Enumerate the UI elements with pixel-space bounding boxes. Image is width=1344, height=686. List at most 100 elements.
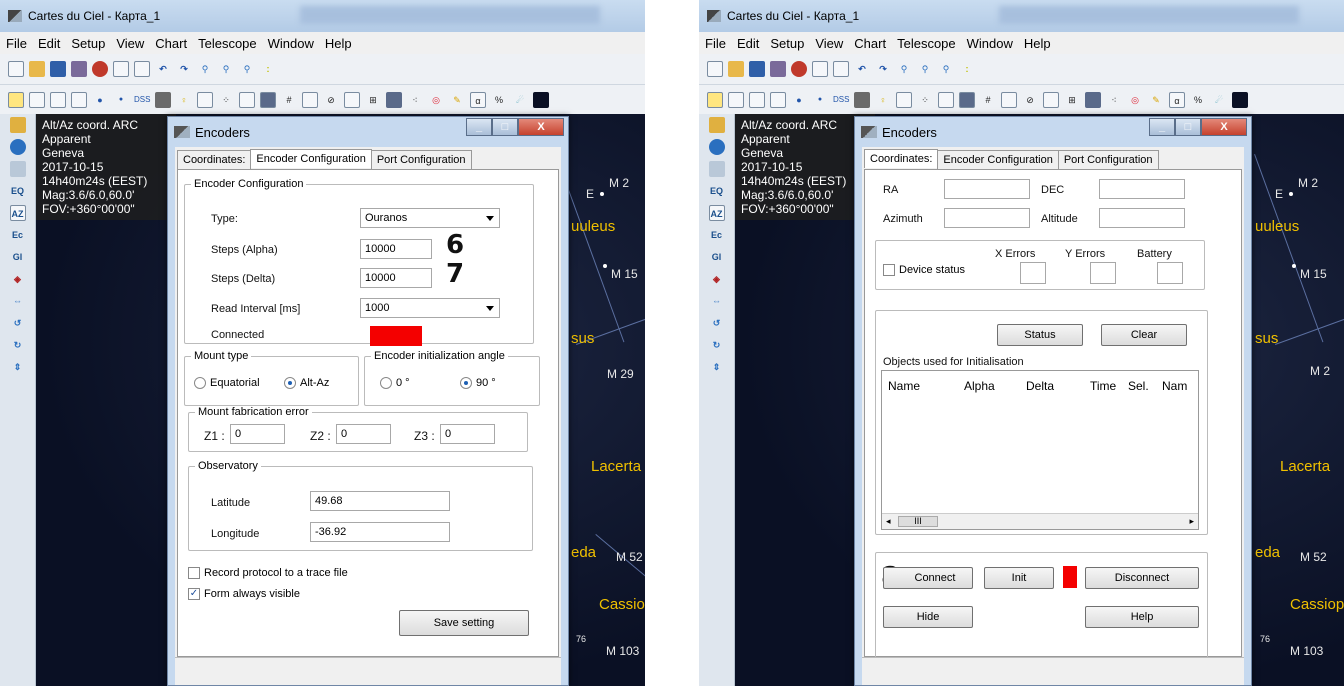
save-icon[interactable] <box>749 61 765 77</box>
eq-icon[interactable]: EQ <box>10 183 26 199</box>
menu-setup[interactable]: Setup <box>770 36 804 51</box>
tab-port-configuration[interactable]: Port Configuration <box>370 150 472 169</box>
record-protocol-checkbox[interactable]: Record protocol to a trace file <box>188 567 348 579</box>
milkyway-icon[interactable] <box>1085 91 1101 108</box>
menu-telescope[interactable]: Telescope <box>897 36 956 51</box>
zoom-out-icon[interactable]: ⚲ <box>917 61 933 77</box>
tab-coordinates[interactable]: Coordinates: <box>177 150 252 169</box>
col-delta[interactable]: Delta <box>1026 379 1090 393</box>
ellipse-icon[interactable]: ⊘ <box>1022 92 1038 108</box>
z2-input[interactable]: 0 <box>336 424 391 444</box>
z3-input[interactable]: 0 <box>440 424 495 444</box>
window-tile-icon[interactable] <box>812 61 828 77</box>
print-icon[interactable] <box>770 61 786 77</box>
type-select[interactable]: Ouranos <box>360 208 500 228</box>
steps-delta-input[interactable]: 10000 <box>360 268 432 288</box>
maximize-button[interactable]: □ <box>492 118 518 136</box>
device-status-checkbox[interactable]: Device status <box>883 264 965 276</box>
col-alpha[interactable]: Alpha <box>964 379 1026 393</box>
scroll-thumb[interactable]: III <box>898 516 938 527</box>
menu-window[interactable]: Window <box>268 36 314 51</box>
redo-icon[interactable]: ↷ <box>875 61 891 77</box>
disconnect-button[interactable]: Disconnect <box>1085 567 1199 589</box>
undo-icon[interactable]: ↶ <box>854 61 870 77</box>
ec-icon[interactable]: Ec <box>709 227 725 243</box>
rotate-left-icon[interactable]: ↺ <box>709 315 725 331</box>
updown-icon[interactable]: ⇕ <box>10 359 26 375</box>
rotate-left-icon[interactable]: ↺ <box>10 315 26 331</box>
minimize-button[interactable]: _ <box>1149 118 1175 136</box>
col-name[interactable]: Name <box>888 379 964 393</box>
constellation-icon[interactable]: ⊞ <box>1064 92 1080 108</box>
scatter-icon[interactable]: ⁘ <box>218 92 234 108</box>
alpha-icon[interactable]: α <box>1169 91 1185 108</box>
col-nam[interactable]: Nam <box>1162 379 1194 393</box>
clear-button[interactable]: Clear <box>1101 324 1187 346</box>
init-button[interactable]: Init <box>984 567 1054 589</box>
menu-setup[interactable]: Setup <box>71 36 105 51</box>
circle-icon[interactable]: ● <box>92 92 108 108</box>
read-interval-select[interactable]: 1000 <box>360 298 500 318</box>
azimuth-input[interactable] <box>944 208 1030 228</box>
sign-icon[interactable]: % <box>1190 92 1206 108</box>
milkyway-icon[interactable] <box>386 91 402 108</box>
open-folder-icon[interactable] <box>728 61 744 77</box>
altitude-input[interactable] <box>1099 208 1185 228</box>
close-button[interactable]: X <box>1201 118 1247 136</box>
home-icon[interactable] <box>708 117 725 133</box>
dot-icon[interactable]: ● <box>113 92 129 108</box>
camera-icon[interactable] <box>854 91 870 108</box>
eq-icon[interactable]: EQ <box>709 183 725 199</box>
target-icon[interactable]: ◎ <box>1127 92 1143 108</box>
tab-port-configuration[interactable]: Port Configuration <box>1057 150 1159 169</box>
dots-icon[interactable]: : <box>959 61 975 77</box>
polygon-icon[interactable] <box>749 91 765 108</box>
alpha-icon[interactable]: α <box>470 91 486 108</box>
dialog-titlebar[interactable]: Encoders _ □ X <box>855 117 1251 147</box>
save-setting-button[interactable]: Save setting <box>399 610 529 636</box>
bulb-icon[interactable] <box>770 91 786 108</box>
cursor-icon[interactable] <box>239 91 255 108</box>
flip-v-icon[interactable]: ⇔ <box>10 293 26 309</box>
constellation-icon[interactable]: ⊞ <box>365 92 381 108</box>
info-icon[interactable] <box>9 139 26 155</box>
night-icon[interactable] <box>1232 91 1248 108</box>
pointer-icon[interactable] <box>728 91 744 108</box>
menu-help[interactable]: Help <box>1024 36 1051 51</box>
bulb-icon[interactable] <box>71 91 87 108</box>
col-time[interactable]: Time <box>1090 379 1128 393</box>
meteor-icon[interactable] <box>959 91 975 108</box>
angle-0-radio[interactable]: 0 ° <box>380 377 410 389</box>
eq-grid-icon[interactable] <box>302 91 318 108</box>
new-icon[interactable] <box>707 61 723 77</box>
camera-icon[interactable] <box>155 91 171 108</box>
config-gear-icon[interactable] <box>92 61 108 77</box>
info-icon[interactable] <box>708 139 725 155</box>
light-icon[interactable]: ♀ <box>176 92 192 108</box>
calendar-icon[interactable] <box>9 161 26 177</box>
comet-icon[interactable]: ☄ <box>1211 92 1227 108</box>
save-icon[interactable] <box>50 61 66 77</box>
zoom-search-icon[interactable]: ⚲ <box>938 61 954 77</box>
zoom-out-icon[interactable]: ⚲ <box>218 61 234 77</box>
rotate-right-icon[interactable]: ↻ <box>709 337 725 353</box>
light-icon[interactable]: ♀ <box>875 92 891 108</box>
window-split-icon[interactable] <box>833 61 849 77</box>
close-button[interactable]: X <box>518 118 564 136</box>
polygon-icon[interactable] <box>50 91 66 108</box>
gl-icon[interactable]: Gl <box>10 249 26 265</box>
gl-icon[interactable]: Gl <box>709 249 725 265</box>
undo-icon[interactable]: ↶ <box>155 61 171 77</box>
tab-encoder-configuration[interactable]: Encoder Configuration <box>250 149 372 168</box>
flip-h-icon[interactable]: ◈ <box>10 271 26 287</box>
scroll-left-icon[interactable]: ◂ <box>886 516 891 527</box>
flip-h-icon[interactable]: ◈ <box>709 271 725 287</box>
minimize-button[interactable]: _ <box>466 118 492 136</box>
menu-chart[interactable]: Chart <box>155 36 187 51</box>
target-icon[interactable]: ◎ <box>428 92 444 108</box>
menu-window[interactable]: Window <box>967 36 1013 51</box>
meteor-icon[interactable] <box>260 91 276 108</box>
connect-button[interactable]: Connect <box>883 567 973 589</box>
dialog-titlebar[interactable]: Encoders _ □ X <box>168 117 568 147</box>
flip-v-icon[interactable]: ⇔ <box>709 293 725 309</box>
